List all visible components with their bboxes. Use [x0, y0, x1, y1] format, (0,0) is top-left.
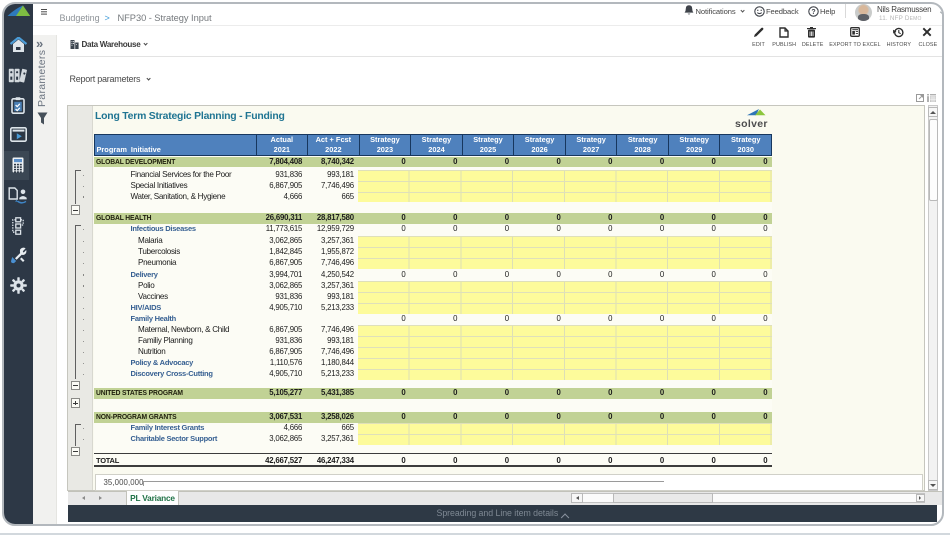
svg-text:?: ? — [811, 9, 815, 16]
